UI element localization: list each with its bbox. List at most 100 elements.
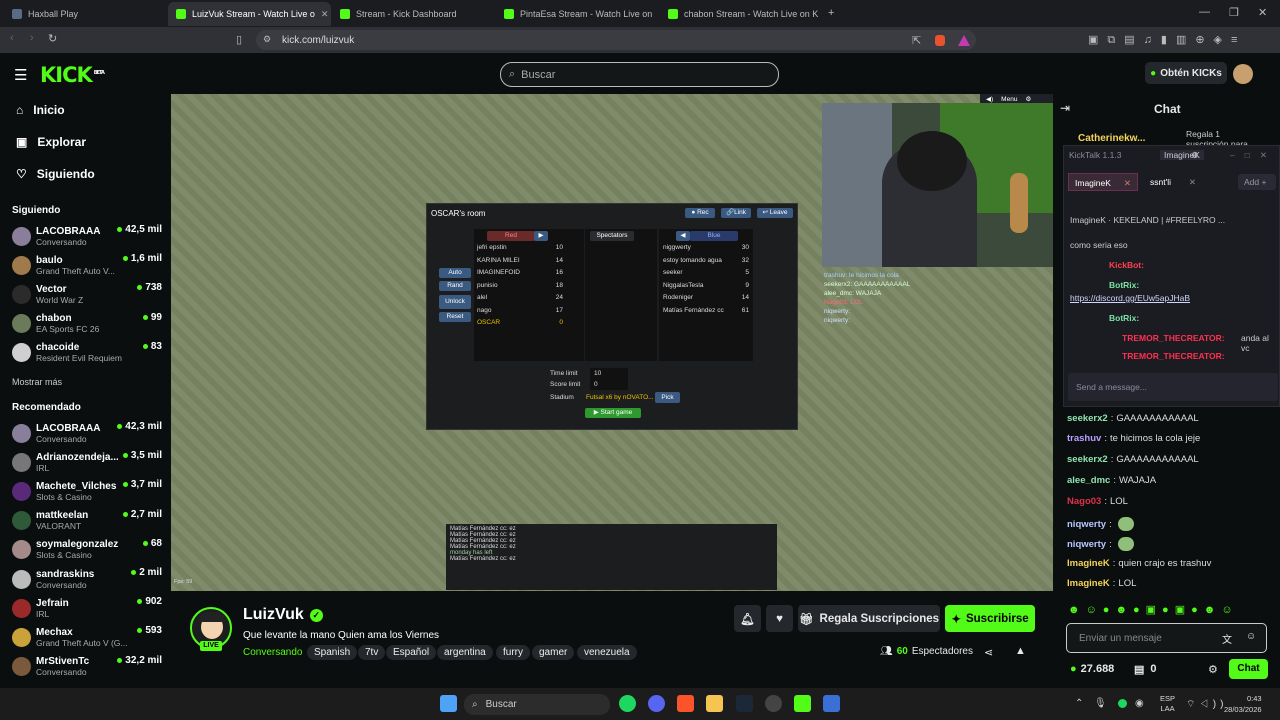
tag[interactable]: argentina — [437, 645, 493, 660]
sidebar-channel[interactable]: Adrianozendeja... IRL 3,5 mil — [12, 448, 162, 476]
sidebar-channel[interactable]: Jefrain IRL 902 — [12, 594, 162, 622]
red-team-button[interactable]: Red — [487, 231, 535, 241]
tag[interactable]: Español — [386, 645, 437, 660]
streamer-name[interactable]: LuizVuk ✓ — [243, 606, 323, 624]
team-player[interactable]: alel 24 — [477, 294, 563, 307]
sidebar-channel[interactable]: Mechax Grand Theft Auto V (G... 593 — [12, 623, 162, 651]
sidebar-channel[interactable]: MrStivenTc Conversando 32,2 mil — [12, 653, 162, 681]
bookmark-icon[interactable]: ▯ — [236, 33, 242, 46]
team-player[interactable]: seeker 5 — [663, 269, 749, 282]
translate-icon[interactable]: 文 — [1222, 631, 1232, 646]
app-icon[interactable] — [823, 695, 840, 712]
browser-tab[interactable]: chabon Stream - Watch Live on K — [660, 2, 823, 26]
team-player[interactable]: KARINA MILEI 14 — [477, 257, 563, 270]
user-avatar[interactable] — [1233, 64, 1253, 84]
kick-icon[interactable] — [794, 695, 811, 712]
tray-status-icon[interactable] — [1118, 699, 1127, 708]
network-volume-icons[interactable]: ⌔◁)) — [1186, 698, 1227, 711]
team-player[interactable]: nago 17 — [477, 307, 563, 320]
chat-username[interactable]: ImagineK — [1067, 558, 1110, 569]
reload-icon[interactable]: ↻ — [48, 32, 57, 45]
kicktalk-tab[interactable]: ssnt'li ✕ — [1144, 173, 1202, 191]
kicktalk-add-button[interactable]: Add + — [1238, 174, 1276, 190]
forward-icon[interactable]: › — [30, 32, 34, 44]
close-tab-icon[interactable]: ✕ — [321, 9, 329, 20]
follow-button[interactable]: ♥ — [766, 605, 793, 632]
notifications-button[interactable]: 🔔︎ — [734, 605, 761, 632]
sidebar-channel[interactable]: baulo Grand Theft Auto V... 1,6 mil — [12, 251, 162, 279]
taskbar-search[interactable]: ⌕ Buscar — [464, 694, 610, 715]
team-player[interactable]: NiggalasTesla 9 — [663, 282, 749, 295]
team-player[interactable]: Rodeniger 14 — [663, 294, 749, 307]
team-player[interactable]: jefri epstin 10 — [477, 244, 563, 257]
game-menu-button[interactable]: Menu — [1001, 96, 1017, 103]
get-kicks-button[interactable]: ● Obtén KICKs — [1145, 62, 1227, 84]
move-right-icon[interactable]: ▶ — [534, 231, 548, 241]
kicktalk-tab[interactable]: ImagineK ✕ — [1068, 173, 1138, 191]
site-info-icon[interactable]: ⚙ — [263, 34, 271, 45]
show-more-link[interactable]: Mostrar más — [12, 377, 62, 387]
clock[interactable]: 0:43 28/03/2026 — [1224, 693, 1262, 715]
unlock-button[interactable]: Unlock — [439, 295, 471, 309]
sidebar-channel[interactable]: chacoide Resident Evil Requiem 83 — [12, 339, 162, 367]
nav-home[interactable]: ⌂ Inicio — [16, 103, 65, 117]
reset-button[interactable]: Reset — [439, 312, 471, 322]
team-player[interactable]: punisio 18 — [477, 282, 563, 295]
pick-button[interactable]: Pick — [655, 392, 680, 403]
rec-button[interactable]: ● Rec — [685, 208, 715, 218]
start-game-button[interactable]: ▶ Start game — [585, 408, 641, 418]
chat-username[interactable]: seekerx2 — [1067, 413, 1108, 424]
chat-username[interactable]: Nago03 — [1067, 496, 1101, 507]
team-player[interactable]: Matías Fernández cc 61 — [663, 307, 749, 320]
subscribe-button[interactable]: ✦ Suscribirse — [945, 605, 1035, 632]
gift-count[interactable]: ▤ 0 — [1134, 663, 1157, 676]
spectators-button[interactable]: Spectators — [590, 231, 634, 241]
tag[interactable]: venezuela — [577, 645, 637, 660]
chat-settings-icon[interactable]: ⚙ — [1208, 663, 1218, 676]
chat-input[interactable]: Enviar un mensaje — [1066, 623, 1267, 653]
team-player[interactable]: niggwerty 30 — [663, 244, 749, 257]
browser-tab[interactable]: Stream - Kick Dashboard — [332, 2, 495, 26]
minimize-icon[interactable]: — — [1199, 6, 1210, 18]
new-tab-icon[interactable]: + — [828, 7, 834, 19]
sidebar-channel[interactable]: soymalegonzalez Slots & Casino 68 — [12, 536, 162, 564]
team-player[interactable]: IMAGINEFOID 16 — [477, 269, 563, 282]
sidebar-channel[interactable]: Vector World War Z 738 — [12, 280, 162, 308]
tray-app-icon[interactable]: ◉ — [1135, 698, 1144, 709]
menu-icon[interactable]: ☰ — [14, 66, 27, 84]
sidebar-channel[interactable]: LACOBRAAA Conversando 42,3 mil — [12, 419, 162, 447]
back-icon[interactable]: ‹ — [10, 32, 14, 44]
kick-logo[interactable]: KICK BETA — [40, 63, 105, 87]
share-icon[interactable]: ⋖ — [984, 646, 993, 659]
gift-subs-button[interactable]: 🎁︎ Regala Suscripciones — [798, 605, 940, 632]
report-icon[interactable]: ▲ — [1015, 645, 1026, 657]
kicks-balance[interactable]: ● 27.688 — [1070, 663, 1114, 675]
tag[interactable]: Spanish — [307, 645, 358, 660]
tag[interactable]: furry — [496, 645, 530, 660]
rand-button[interactable]: Rand — [439, 281, 471, 291]
brave-icon[interactable] — [677, 695, 694, 712]
chat-username[interactable]: ImagineK — [1067, 578, 1110, 589]
tag[interactable]: 7tv — [358, 645, 386, 660]
chat-send-button[interactable]: Chat — [1229, 659, 1268, 679]
discord-link[interactable]: https://discord.gg/EUw5apJHaB — [1070, 293, 1190, 303]
settings-icon[interactable]: ⚙ — [1025, 95, 1031, 103]
sound-icon[interactable]: ◀) — [986, 95, 993, 103]
sidebar-channel[interactable]: mattkeelan VALORANT 2,7 mil — [12, 507, 162, 535]
brave-shield-icon[interactable] — [935, 35, 945, 46]
file-explorer-icon[interactable] — [706, 695, 723, 712]
move-left-icon[interactable]: ◀ — [676, 231, 690, 241]
emoji-icon[interactable]: ☺ — [1246, 631, 1256, 642]
stream-category[interactable]: Conversando — [243, 647, 302, 658]
kicktalk-settings-icon[interactable]: ⚙ — [1191, 150, 1199, 161]
sidebar-channel[interactable]: LACOBRAAA Conversando 42,5 mil — [12, 222, 162, 250]
discord-icon[interactable] — [648, 695, 665, 712]
spotify-icon[interactable] — [619, 695, 636, 712]
chat-username[interactable]: niqwerty — [1067, 519, 1106, 530]
share-icon[interactable]: ⇱ — [912, 34, 921, 47]
browser-tab[interactable]: PintaEsa Stream - Watch Live on — [496, 2, 659, 26]
sidebar-channel[interactable]: sandraskins Conversando 2 mil — [12, 565, 162, 593]
chat-username[interactable]: alee_dmc — [1067, 475, 1110, 486]
extensions-icon[interactable]: ▣⧉▤♫▮▥⊕◈≡ — [1088, 33, 1246, 47]
team-player[interactable]: OSCAR 0 — [477, 319, 563, 332]
